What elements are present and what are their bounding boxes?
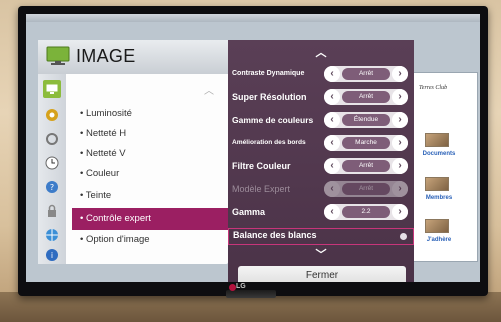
super-resolution-value: Arrêt — [342, 91, 390, 103]
super-resolution-control[interactable]: ‹ Arrêt › — [324, 89, 408, 105]
gamma-value: 2.2 — [342, 206, 390, 218]
row-label-contraste: Contraste Dynamique — [232, 70, 305, 77]
option-icon[interactable]: ? — [43, 178, 61, 196]
chevron-left-icon[interactable]: ‹ — [324, 204, 340, 220]
tv-brand: LG — [236, 283, 246, 290]
clock-icon[interactable] — [43, 154, 61, 172]
lock-icon[interactable] — [43, 202, 61, 220]
documents-link[interactable]: Documents — [409, 151, 469, 157]
modele-expert-control: ‹ Arrêt › — [324, 181, 408, 197]
row-label-amelioration: Amélioration des bords — [232, 139, 306, 146]
menu-item-controle-expert[interactable]: Contrôle expert — [72, 208, 228, 230]
settings-icon[interactable] — [43, 130, 61, 148]
row-label-super-resolution: Super Résolution — [232, 92, 307, 102]
row-label-filtre: Filtre Couleur — [232, 161, 291, 171]
join-thumbnail[interactable] — [425, 219, 449, 233]
enter-dot-icon — [400, 233, 407, 240]
members-thumbnail[interactable] — [425, 177, 449, 191]
picture-category-icon[interactable] — [43, 80, 61, 98]
menu-item-couleur[interactable]: Couleur — [80, 168, 119, 179]
expert-control-panel: ︿ Contraste Dynamique ‹ Arrêt › Super Ré… — [228, 40, 414, 282]
balance-des-blancs-row[interactable]: Balance des blancs — [228, 228, 414, 245]
desktop-menu-bar — [26, 14, 480, 22]
menu-title: IMAGE — [76, 46, 136, 66]
chevron-left-icon[interactable]: ‹ — [324, 158, 340, 174]
chevron-right-icon[interactable]: › — [392, 135, 408, 151]
fermer-button[interactable]: Fermer — [238, 266, 406, 282]
audio-icon[interactable] — [43, 106, 61, 124]
gamma-control[interactable]: ‹ 2.2 › — [324, 204, 408, 220]
chevron-right-icon: › — [392, 181, 408, 197]
chevron-right-icon[interactable]: › — [392, 89, 408, 105]
chevron-right-icon[interactable]: › — [392, 158, 408, 174]
picture-icon — [46, 46, 70, 65]
menu-item-nettete-h[interactable]: Netteté H — [80, 128, 126, 139]
row-label-gamma: Gamma — [232, 207, 266, 217]
chevron-right-icon[interactable]: › — [392, 66, 408, 82]
gamme-couleurs-control[interactable]: ‹ Étendue › — [324, 112, 408, 128]
tv-bezel: Terres Club Documents Membres J'adhère I… — [18, 6, 488, 296]
site-logo: Terres Club — [419, 85, 448, 91]
amelioration-bords-control[interactable]: ‹ Marche › — [324, 135, 408, 151]
modele-expert-value: Arrêt — [342, 183, 390, 195]
svg-text:i: i — [51, 251, 53, 260]
chevron-right-icon[interactable]: › — [392, 204, 408, 220]
chevron-left-icon[interactable]: ‹ — [324, 66, 340, 82]
chevron-left-icon[interactable]: ‹ — [324, 89, 340, 105]
tv-screen: Terres Club Documents Membres J'adhère I… — [26, 14, 480, 282]
lg-logo-icon — [229, 284, 236, 291]
chevron-left-icon: ‹ — [324, 181, 340, 197]
picture-menu-panel: IMAGE ? i ︿ • Luminosité • Netteté H • N… — [38, 40, 228, 264]
chevron-right-icon[interactable]: › — [392, 112, 408, 128]
row-label-modele-expert: Modèle Expert — [232, 184, 291, 194]
chevron-left-icon[interactable]: ‹ — [324, 112, 340, 128]
scroll-up-chevron-icon[interactable]: ︿ — [311, 44, 331, 60]
contraste-dynamique-control[interactable]: ‹ Arrêt › — [324, 66, 408, 82]
chevron-left-icon[interactable]: ‹ — [324, 135, 340, 151]
row-label-gamme: Gamme de couleurs — [232, 115, 314, 125]
menu-item-nettete-v[interactable]: Netteté V — [80, 148, 126, 159]
support-icon[interactable]: i — [43, 246, 61, 264]
filtre-couleur-control[interactable]: ‹ Arrêt › — [324, 158, 408, 174]
join-link[interactable]: J'adhère — [409, 237, 469, 243]
documents-thumbnail[interactable] — [425, 133, 449, 147]
network-icon[interactable] — [43, 226, 61, 244]
svg-text:?: ? — [50, 183, 54, 192]
gamme-value: Étendue — [342, 114, 390, 126]
menu-item-option-image[interactable]: Option d'image — [80, 234, 150, 245]
menu-item-teinte[interactable]: Teinte — [80, 190, 111, 201]
members-link[interactable]: Membres — [409, 195, 469, 201]
menu-header: IMAGE — [38, 40, 228, 74]
menu-item-luminosite[interactable]: Luminosité — [80, 108, 132, 119]
filtre-value: Arrêt — [342, 160, 390, 172]
amelioration-value: Marche — [342, 137, 390, 149]
tv-stand — [226, 290, 276, 298]
category-icon-column: ? i — [38, 74, 66, 264]
contraste-value: Arrêt — [342, 68, 390, 80]
balance-des-blancs-label: Balance des blancs — [233, 230, 317, 240]
scroll-up-icon[interactable]: ︿ — [204, 82, 214, 97]
scroll-down-chevron-icon[interactable]: ﹀ — [311, 246, 331, 262]
